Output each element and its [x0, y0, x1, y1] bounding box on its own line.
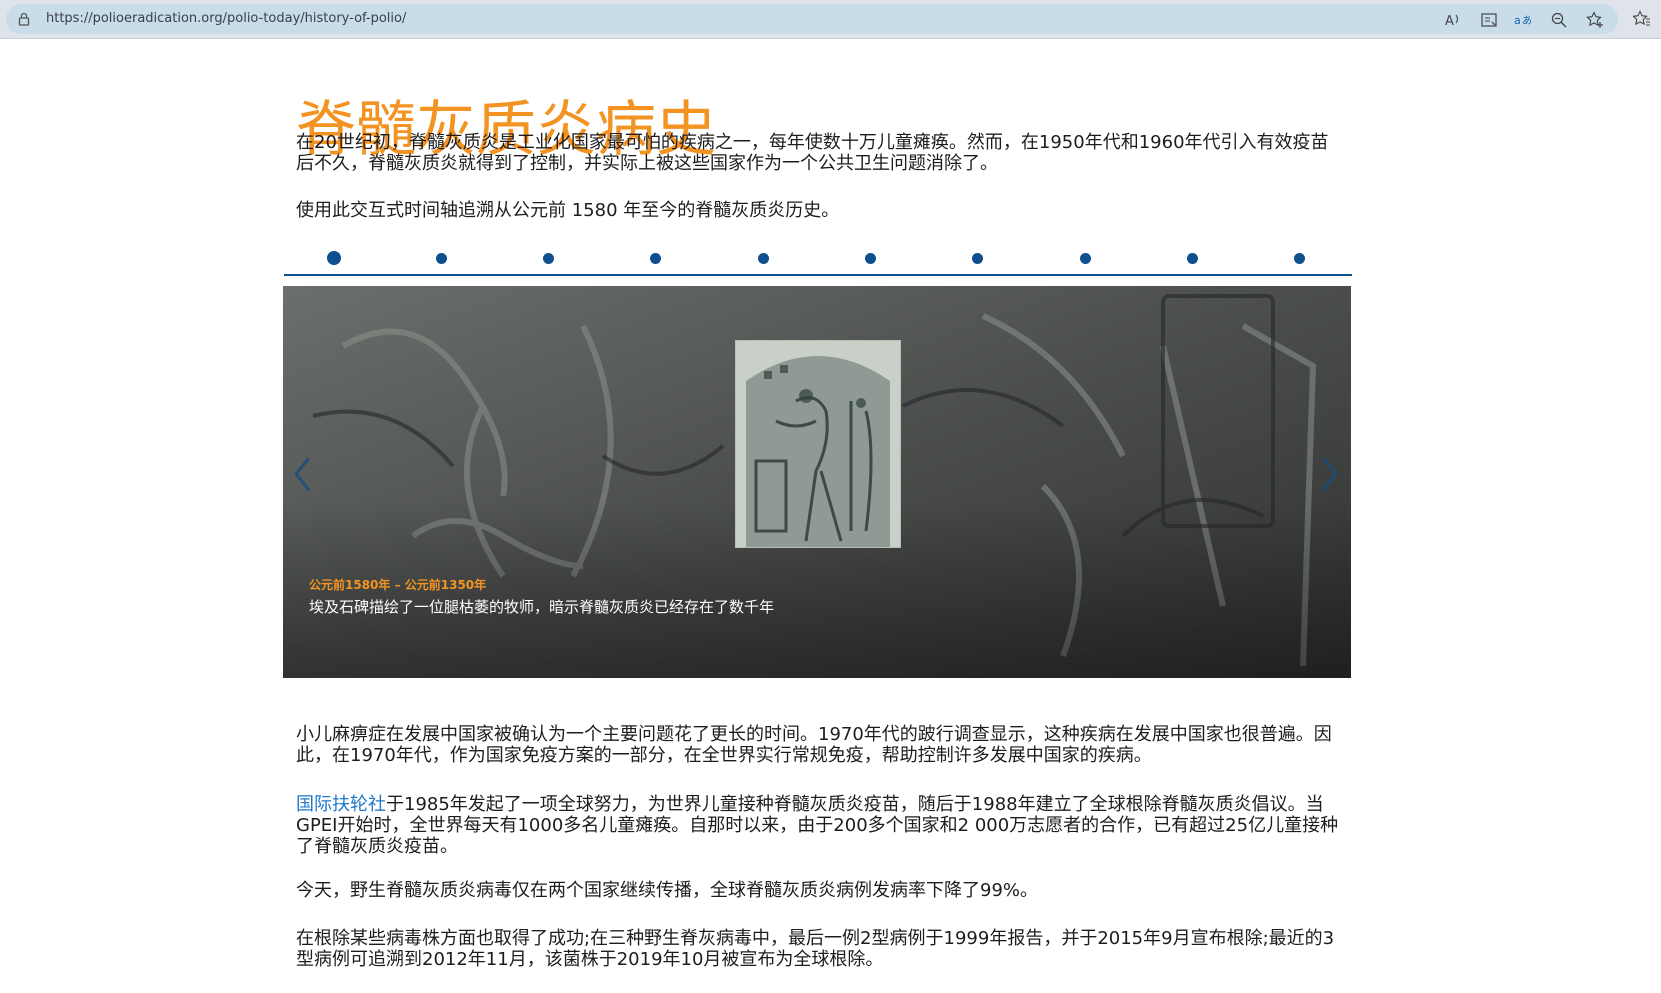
paragraph-rotary: 国际扶轮社于1985年发起了一项全球努力，为世界儿童接种脊髓灰质炎疫苗，随后于1… — [296, 794, 1346, 857]
timeline-nav — [284, 248, 1352, 278]
timeline-line — [284, 274, 1352, 276]
browser-toolbar: https://polioeradication.org/polio-today… — [0, 0, 1661, 39]
timeline-dot[interactable] — [1186, 252, 1198, 264]
zoom-icon[interactable] — [1550, 11, 1568, 29]
timeline-slide: 公元前1580年 – 公元前1350年 埃及石碑描绘了一位腿枯萎的牧师，暗示脊髓… — [283, 286, 1351, 678]
timeline-dot[interactable] — [1079, 252, 1091, 264]
svg-text:a: a — [1514, 14, 1521, 27]
stele-image — [735, 340, 901, 548]
slide-date: 公元前1580年 – 公元前1350年 — [309, 578, 487, 592]
timeline-dot[interactable] — [435, 252, 447, 264]
url-text[interactable]: https://polioeradication.org/polio-today… — [46, 11, 406, 26]
timeline-dot[interactable] — [757, 252, 769, 264]
add-favorite-icon[interactable] — [1586, 11, 1604, 29]
chevron-left-icon[interactable] — [291, 454, 313, 494]
rotary-paragraph-text: 于1985年发起了一项全球努力，为世界儿童接种脊髓灰质炎疫苗，随后于1988年建… — [296, 794, 1339, 857]
timeline-dot[interactable] — [1294, 252, 1306, 264]
timeline-dot[interactable] — [327, 251, 341, 265]
timeline-dot[interactable] — [650, 252, 662, 264]
timeline-hint: 使用此交互式时间轴追溯从公元前 1580 年至今的脊髓灰质炎历史。 — [296, 200, 840, 221]
intro-paragraph: 在20世纪初，脊髓灰质炎是工业化国家最可怕的疾病之一，每年使数十万儿童瘫痪。然而… — [296, 132, 1329, 174]
read-aloud-icon[interactable]: A — [1444, 11, 1462, 29]
slide-caption: 埃及石碑描绘了一位腿枯萎的牧师，暗示脊髓灰质炎已经存在了数千年 — [309, 598, 775, 616]
immersive-reader-icon[interactable] — [1480, 11, 1498, 29]
paragraph-today: 今天，野生脊髓灰质炎病毒仅在两个国家继续传播，全球脊髓灰质炎病例发病率下降了99… — [296, 880, 1039, 901]
translate-icon[interactable]: a あ — [1514, 11, 1532, 29]
lock-icon[interactable] — [16, 11, 32, 27]
timeline-dot[interactable] — [865, 252, 876, 264]
svg-text:A: A — [1445, 14, 1454, 29]
address-bar[interactable]: https://polioeradication.org/polio-today… — [6, 4, 1618, 34]
favorites-icon[interactable] — [1633, 10, 1651, 28]
paragraph-strains: 在根除某些病毒株方面也取得了成功;在三种野生脊灰病毒中，最后一例2型病例于199… — [296, 928, 1335, 970]
svg-text:あ: あ — [1522, 15, 1532, 27]
chevron-right-icon[interactable] — [1319, 454, 1341, 494]
timeline-dot[interactable] — [543, 252, 555, 264]
rotary-link[interactable]: 国际扶轮社 — [296, 794, 386, 815]
timeline-dot[interactable] — [972, 252, 984, 264]
paragraph-developing-countries: 小儿麻痹症在发展中国家被确认为一个主要问题花了更长的时间。1970年代的跛行调查… — [296, 724, 1332, 766]
